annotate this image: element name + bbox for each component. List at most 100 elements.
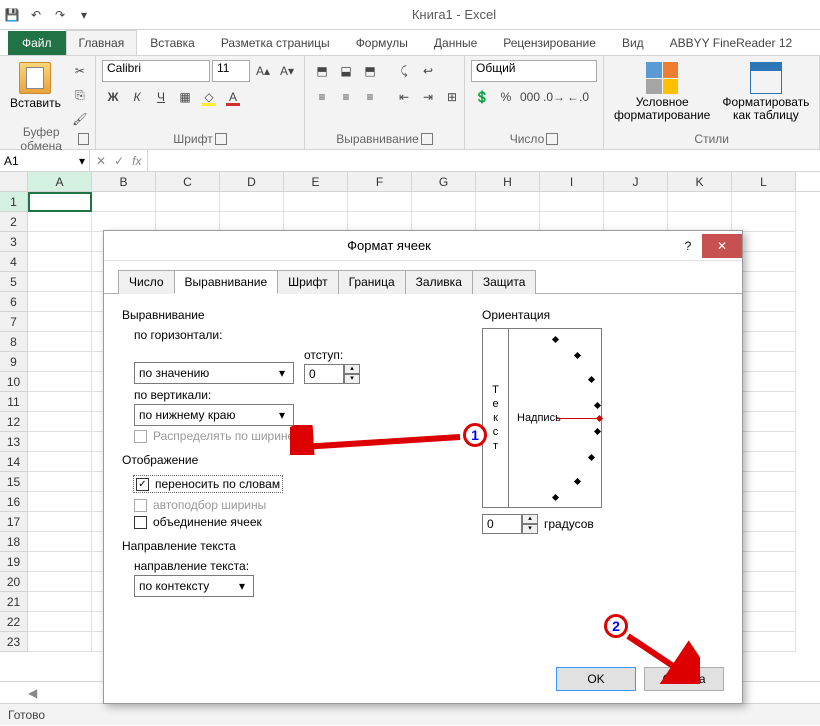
merge-checkbox[interactable]	[134, 516, 147, 529]
file-tab[interactable]: Файл	[8, 31, 66, 55]
cell[interactable]	[28, 252, 92, 272]
cell[interactable]	[28, 472, 92, 492]
percent-icon[interactable]: %	[495, 86, 517, 108]
cell[interactable]	[28, 352, 92, 372]
spinner-up-icon[interactable]: ▴	[522, 514, 538, 524]
row-header[interactable]: 3	[0, 232, 28, 252]
cell[interactable]	[284, 192, 348, 212]
row-header[interactable]: 9	[0, 352, 28, 372]
dialog-tab-font[interactable]: Шрифт	[277, 270, 338, 294]
cancel-button[interactable]: Отмена	[644, 667, 724, 691]
fill-color-icon[interactable]: ◇	[198, 86, 220, 108]
column-header[interactable]: G	[412, 172, 476, 191]
undo-icon[interactable]: ↶	[28, 7, 44, 23]
indent-input[interactable]	[304, 364, 344, 384]
name-box[interactable]: A1▾	[0, 150, 90, 171]
cell[interactable]	[220, 212, 284, 232]
dialog-tab-fill[interactable]: Заливка	[405, 270, 473, 294]
row-header[interactable]: 4	[0, 252, 28, 272]
cell[interactable]	[28, 292, 92, 312]
font-launcher-icon[interactable]	[215, 133, 227, 145]
row-header[interactable]: 20	[0, 572, 28, 592]
row-header[interactable]: 7	[0, 312, 28, 332]
bold-button[interactable]: Ж	[102, 86, 124, 108]
cell[interactable]	[28, 332, 92, 352]
row-header[interactable]: 1	[0, 192, 28, 212]
column-header[interactable]: H	[476, 172, 540, 191]
dialog-titlebar[interactable]: Формат ячеек ? ✕	[104, 231, 742, 261]
qat-dropdown-icon[interactable]: ▾	[76, 7, 92, 23]
row-header[interactable]: 14	[0, 452, 28, 472]
number-launcher-icon[interactable]	[546, 133, 558, 145]
orientation-icon[interactable]: ⤹	[393, 60, 415, 82]
paste-button[interactable]: Вставить	[6, 60, 65, 112]
cell[interactable]	[604, 212, 668, 232]
row-header[interactable]: 12	[0, 412, 28, 432]
border-icon[interactable]: ▦	[174, 86, 196, 108]
row-header[interactable]: 13	[0, 432, 28, 452]
column-header[interactable]: K	[668, 172, 732, 191]
cell[interactable]	[668, 212, 732, 232]
cell[interactable]	[28, 432, 92, 452]
cell[interactable]	[476, 192, 540, 212]
cell[interactable]	[412, 212, 476, 232]
cut-icon[interactable]: ✂	[69, 60, 91, 82]
cell[interactable]	[284, 212, 348, 232]
cell[interactable]	[28, 192, 92, 212]
clipboard-launcher-icon[interactable]	[78, 133, 89, 145]
align-right-icon[interactable]: ≡	[359, 86, 381, 108]
tab-review[interactable]: Рецензирование	[490, 30, 609, 55]
column-header[interactable]: J	[604, 172, 668, 191]
wrap-text-checkbox[interactable]: ✓	[136, 478, 149, 491]
cell[interactable]	[604, 192, 668, 212]
enter-formula-icon[interactable]: ✓	[114, 154, 124, 168]
column-header[interactable]: B	[92, 172, 156, 191]
cell[interactable]	[28, 392, 92, 412]
cell[interactable]	[28, 532, 92, 552]
column-header[interactable]: F	[348, 172, 412, 191]
tab-insert[interactable]: Вставка	[137, 30, 208, 55]
cell[interactable]	[28, 232, 92, 252]
cell[interactable]	[476, 212, 540, 232]
dialog-tab-border[interactable]: Граница	[338, 270, 406, 294]
cancel-formula-icon[interactable]: ✕	[96, 154, 106, 168]
font-name-select[interactable]: Calibri	[102, 60, 210, 82]
cell[interactable]	[540, 192, 604, 212]
row-header[interactable]: 10	[0, 372, 28, 392]
align-bottom-icon[interactable]: ⬒	[359, 60, 381, 82]
column-header[interactable]: A	[28, 172, 92, 191]
italic-button[interactable]: К	[126, 86, 148, 108]
cell[interactable]	[732, 212, 796, 232]
vertical-align-select[interactable]: по нижнему краю▾	[134, 404, 294, 426]
select-all-corner[interactable]	[0, 172, 28, 191]
row-header[interactable]: 18	[0, 532, 28, 552]
vertical-text-button[interactable]: Текст	[483, 329, 509, 507]
column-header[interactable]: L	[732, 172, 796, 191]
cell[interactable]	[28, 212, 92, 232]
degrees-spinner[interactable]: ▴▾	[482, 514, 538, 534]
column-header[interactable]: E	[284, 172, 348, 191]
row-header[interactable]: 8	[0, 332, 28, 352]
tab-page-layout[interactable]: Разметка страницы	[208, 30, 343, 55]
align-center-icon[interactable]: ≡	[335, 86, 357, 108]
increase-decimal-icon[interactable]: .0→	[543, 86, 565, 108]
underline-button[interactable]: Ч	[150, 86, 172, 108]
align-left-icon[interactable]: ≡	[311, 86, 333, 108]
save-icon[interactable]: 💾	[4, 7, 20, 23]
ok-button[interactable]: OK	[556, 667, 636, 691]
comma-icon[interactable]: 000	[519, 86, 541, 108]
row-header[interactable]: 5	[0, 272, 28, 292]
close-button[interactable]: ✕	[702, 234, 742, 258]
column-header[interactable]: I	[540, 172, 604, 191]
row-header[interactable]: 23	[0, 632, 28, 652]
decrease-indent-icon[interactable]: ⇤	[393, 86, 415, 108]
orientation-control[interactable]: Текст Надпись	[482, 328, 602, 508]
text-direction-select[interactable]: по контексту▾	[134, 575, 254, 597]
cell[interactable]	[28, 492, 92, 512]
sheet-nav-prev-icon[interactable]: ◀	[28, 686, 37, 700]
decrease-decimal-icon[interactable]: ←.0	[567, 86, 589, 108]
font-size-select[interactable]: 11	[212, 60, 250, 82]
row-header[interactable]: 19	[0, 552, 28, 572]
cell[interactable]	[92, 192, 156, 212]
cell[interactable]	[668, 192, 732, 212]
